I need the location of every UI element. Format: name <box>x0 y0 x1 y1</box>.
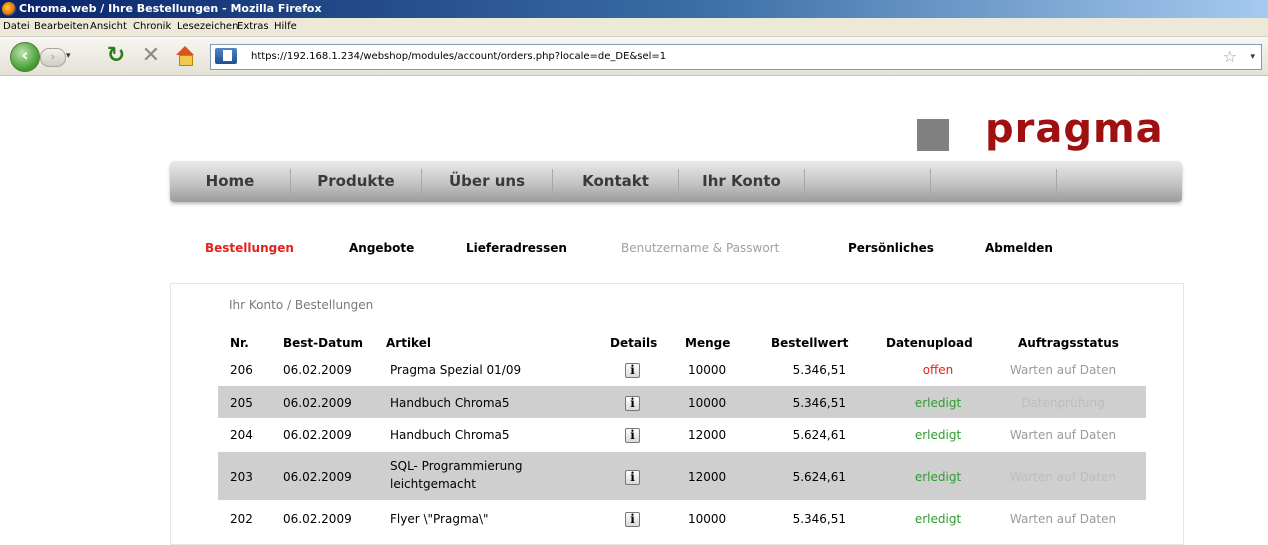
info-icon[interactable]: i <box>625 363 640 378</box>
reload-icon[interactable]: ↻ <box>105 45 127 67</box>
cell-qty: 12000 <box>688 428 727 442</box>
address-url[interactable]: https://192.168.1.234/webshop/modules/ac… <box>251 45 666 69</box>
menu-lesezeichen[interactable]: Lesezeichen <box>177 18 238 36</box>
subnav-abmelden[interactable]: Abmelden <box>985 241 1053 255</box>
subnav-persoenliches[interactable]: Persönliches <box>848 241 934 255</box>
info-icon[interactable]: i <box>625 470 640 485</box>
cell-value: 5.624,61 <box>792 428 846 442</box>
menu-datei[interactable]: Datei <box>3 18 30 36</box>
window-title-bar: Chroma.web / Ihre Bestellungen - Mozilla… <box>0 0 1268 18</box>
subnav-benutzername-passwort: Benutzername & Passwort <box>621 241 780 255</box>
cell-upload-status: erledigt <box>914 470 962 484</box>
subnav-lieferadressen[interactable]: Lieferadressen <box>466 241 567 255</box>
nav-ueber-uns[interactable]: Über uns <box>422 161 552 202</box>
history-dropdown-icon[interactable]: ▾ <box>66 48 76 65</box>
cell-qty: 12000 <box>688 470 727 484</box>
subnav-angebote[interactable]: Angebote <box>349 241 414 255</box>
cell-order-status: Datenprüfung <box>1021 396 1105 410</box>
cell-date: 06.02.2009 <box>283 428 352 442</box>
cell-value: 5.346,51 <box>792 396 846 410</box>
cell-date: 06.02.2009 <box>283 363 352 377</box>
cell-qty: 10000 <box>688 396 727 410</box>
cell-upload-status: erledigt <box>914 512 962 526</box>
window-title: Chroma.web / Ihre Bestellungen - Mozilla… <box>19 2 322 15</box>
forward-arrow-icon[interactable]: › <box>40 48 66 67</box>
cell-upload-status: erledigt <box>914 396 962 410</box>
nav-produkte[interactable]: Produkte <box>291 161 421 202</box>
subnav-bestellungen[interactable]: Bestellungen <box>205 241 294 255</box>
info-icon[interactable]: i <box>625 396 640 411</box>
menu-bar: Datei Bearbeiten Ansicht Chronik Lesezei… <box>0 18 1268 37</box>
bookmark-star-icon[interactable]: ☆ <box>1223 45 1237 69</box>
menu-extras[interactable]: Extras <box>237 18 269 36</box>
col-nr: Nr. <box>230 336 249 350</box>
nav-kontakt[interactable]: Kontakt <box>553 161 678 202</box>
col-details: Details <box>610 336 658 350</box>
table-row: 202 06.02.2009 Flyer \"Pragma\" i 10000 … <box>218 502 1146 527</box>
back-arrow-icon[interactable]: ‹ <box>10 42 40 72</box>
col-value: Bestellwert <box>771 336 849 350</box>
cell-upload-status: erledigt <box>914 428 962 442</box>
stop-icon[interactable]: ✕ <box>140 45 162 67</box>
col-upload: Datenupload <box>886 336 973 350</box>
info-icon[interactable]: i <box>625 428 640 443</box>
home-icon[interactable] <box>174 45 196 67</box>
table-row: 206 06.02.2009 Pragma Spezial 01/09 i 10… <box>218 356 1146 385</box>
menu-chronik[interactable]: Chronik <box>133 18 171 36</box>
cell-order-status: Warten auf Daten <box>1009 512 1117 526</box>
cell-date: 06.02.2009 <box>283 396 352 410</box>
col-qty: Menge <box>685 336 731 350</box>
logo-square <box>917 119 949 151</box>
brand-logo: pragma <box>985 106 1164 152</box>
cell-article-line2: leichtgemacht <box>390 477 476 491</box>
cell-nr: 205 <box>230 396 253 410</box>
cell-qty: 10000 <box>688 512 727 526</box>
cell-order-status: Warten auf Daten <box>1009 470 1117 484</box>
cell-nr: 203 <box>230 470 253 484</box>
cell-nr: 202 <box>230 512 253 526</box>
cell-article: Flyer \"Pragma\" <box>390 512 489 526</box>
menu-hilfe[interactable]: Hilfe <box>274 18 297 36</box>
firefox-icon <box>2 2 16 16</box>
main-navigation: Home Produkte Über uns Kontakt Ihr Konto <box>170 161 1182 202</box>
cell-qty: 10000 <box>688 363 727 377</box>
site-identity-icon[interactable] <box>215 48 237 64</box>
table-row: 203 06.02.2009 SQL- Programmierung leich… <box>218 452 1146 500</box>
menu-ansicht[interactable]: Ansicht <box>90 18 127 36</box>
col-date: Best-Datum <box>283 336 363 350</box>
cell-nr: 206 <box>230 363 253 377</box>
col-article: Artikel <box>386 336 431 350</box>
cell-value: 5.624,61 <box>792 470 846 484</box>
url-dropdown-icon[interactable]: ▾ <box>1250 45 1255 69</box>
cell-value: 5.346,51 <box>792 363 846 377</box>
cell-article: Handbuch Chroma5 <box>390 396 510 410</box>
table-row: 204 06.02.2009 Handbuch Chroma5 i 12000 … <box>218 419 1146 451</box>
col-status: Auftragsstatus <box>1018 336 1119 350</box>
cell-article: SQL- Programmierung <box>390 459 523 473</box>
address-bar[interactable]: https://192.168.1.234/webshop/modules/ac… <box>210 44 1262 70</box>
menu-bearbeiten[interactable]: Bearbeiten <box>34 18 89 36</box>
cell-order-status: Warten auf Daten <box>1009 363 1117 377</box>
cell-value: 5.346,51 <box>792 512 846 526</box>
navigation-toolbar: ‹ › ▾ ↻ ✕ https://192.168.1.234/webshop/… <box>0 37 1268 76</box>
cell-nr: 204 <box>230 428 253 442</box>
cell-order-status: Warten auf Daten <box>1009 428 1117 442</box>
cell-date: 06.02.2009 <box>283 512 352 526</box>
cell-article: Handbuch Chroma5 <box>390 428 510 442</box>
cell-article: Pragma Spezial 01/09 <box>390 363 522 377</box>
breadcrumb: Ihr Konto / Bestellungen <box>229 298 374 312</box>
table-row: 205 06.02.2009 Handbuch Chroma5 i 10000 … <box>218 386 1146 418</box>
nav-ihr-konto[interactable]: Ihr Konto <box>679 161 804 202</box>
nav-home[interactable]: Home <box>170 161 290 202</box>
cell-upload-status[interactable]: offen <box>888 363 988 377</box>
cell-date: 06.02.2009 <box>283 470 352 484</box>
info-icon[interactable]: i <box>625 512 640 527</box>
